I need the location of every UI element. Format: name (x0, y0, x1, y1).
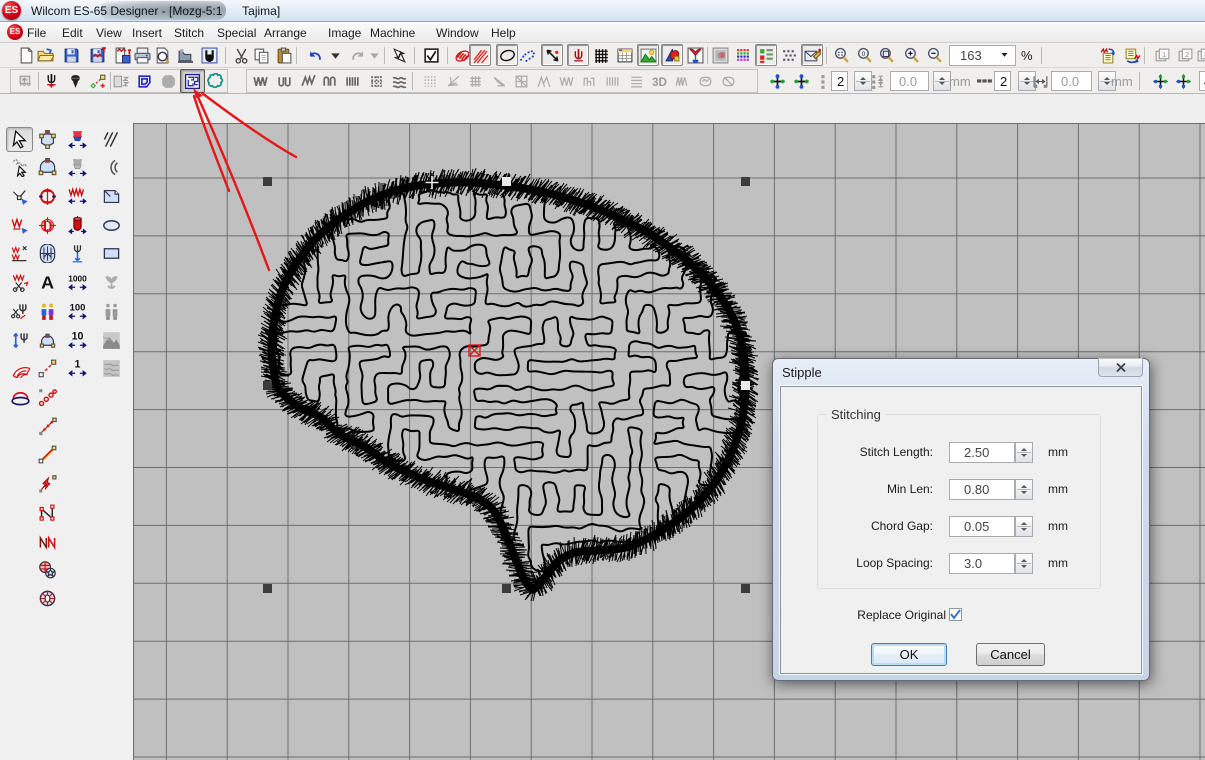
svg-text:100: 100 (70, 302, 86, 313)
svg-text:2: 2 (1185, 50, 1189, 59)
svg-text:1: 1 (75, 359, 81, 370)
svg-text:1: 1 (1162, 50, 1166, 59)
svg-text:0: 0 (861, 51, 865, 58)
svg-text:3D: 3D (652, 75, 667, 88)
svg-text:A: A (41, 273, 54, 292)
svg-text:1000: 1000 (68, 273, 87, 283)
svg-text:10: 10 (72, 331, 84, 342)
